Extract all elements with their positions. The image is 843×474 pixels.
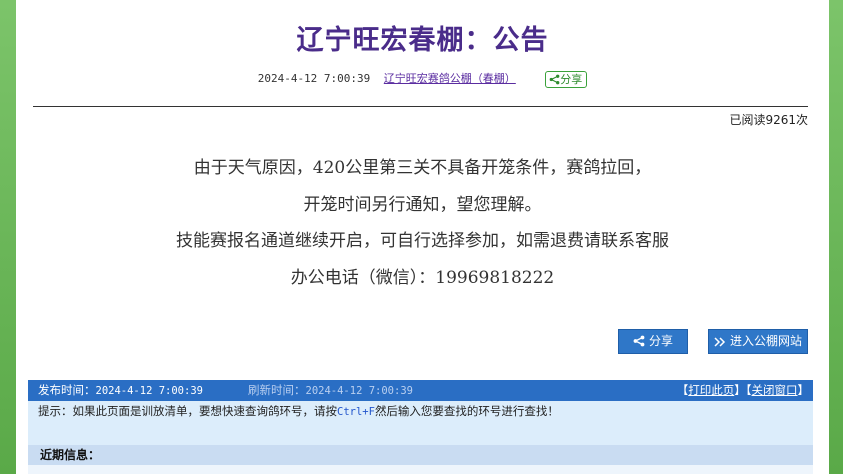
close-window-link[interactable]: 关闭窗口 xyxy=(752,383,798,397)
notice-meta: 2024-4-12 7:00:39 辽宁旺宏赛鸽公棚（春棚） 分享 xyxy=(16,70,829,88)
print-page-link[interactable]: 打印此页 xyxy=(688,383,734,397)
share-button[interactable]: 分享 xyxy=(618,329,688,354)
club-link[interactable]: 辽宁旺宏赛鸽公棚（春棚） xyxy=(384,72,516,85)
notice-content: 由于天气原因，420公里第三关不具备开笼条件，赛鸽拉回， 开笼时间另行通知，望您… xyxy=(16,150,829,296)
double-chevron-right-icon xyxy=(714,337,726,347)
page-actions: 【打印此页】【关闭窗口】 xyxy=(676,383,809,397)
right-green-border xyxy=(829,0,843,474)
recent-info-header: 近期信息： xyxy=(28,445,813,465)
tip-suffix: 然后输入您要查找的环号进行查找！ xyxy=(374,404,559,418)
share-icon xyxy=(633,335,645,347)
share-button-label: 分享 xyxy=(648,334,673,348)
publish-time-row: 发布时间：2024-4-12 7:00:39 xyxy=(38,380,203,402)
share-icon xyxy=(549,74,560,84)
recent-info-list xyxy=(28,465,813,474)
notice-page: 辽宁旺宏春棚：公告 2024-4-12 7:00:39 辽宁旺宏赛鸽公棚（春棚）… xyxy=(16,0,829,474)
share-badge-button[interactable]: 分享 xyxy=(545,70,588,88)
refresh-time-row: 刷新时间：2024-4-12 7:00:39 xyxy=(248,380,413,402)
publish-time-label: 发布时间： xyxy=(38,383,96,397)
publish-date: 2024-4-12 7:00:39 xyxy=(257,72,371,85)
refresh-time-value: 2024-4-12 7:00:39 xyxy=(305,385,413,397)
header-divider xyxy=(33,106,808,107)
publish-time-value: 2024-4-12 7:00:39 xyxy=(95,385,203,397)
left-green-border xyxy=(0,0,16,474)
tip-prefix: 提示：如果此页面是训放清单，要想快速查询鸽环号，请按 xyxy=(38,404,337,418)
share-badge-label: 分享 xyxy=(560,72,583,86)
tip-shortcut: Ctrl+F xyxy=(337,406,375,418)
read-count: 已阅读9261次 xyxy=(729,113,808,127)
enter-site-label: 进入公棚网站 xyxy=(729,334,802,348)
content-line: 办公电话（微信）：19969818222 xyxy=(290,267,555,288)
content-line: 由于天气原因，420公里第三关不具备开笼条件，赛鸽拉回， xyxy=(193,158,652,178)
search-tip: 提示：如果此页面是训放清单，要想快速查询鸽环号，请按Ctrl+F然后输入您要查找… xyxy=(28,401,813,445)
info-bar: 发布时间：2024-4-12 7:00:39 刷新时间：2024-4-12 7:… xyxy=(28,380,813,401)
content-line: 技能赛报名通道继续开启，可自行选择参加，如需退费请联系客服 xyxy=(176,231,669,251)
page-title: 辽宁旺宏春棚：公告 xyxy=(296,25,549,56)
refresh-time-label: 刷新时间： xyxy=(248,383,306,397)
content-line: 开笼时间另行通知，望您理解。 xyxy=(303,194,542,215)
enter-site-button[interactable]: 进入公棚网站 xyxy=(708,329,808,354)
